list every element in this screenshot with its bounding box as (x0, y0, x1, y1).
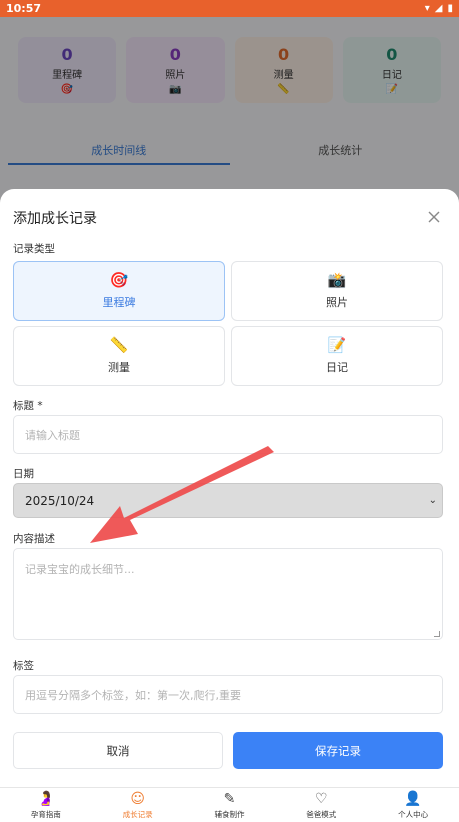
tags-label: 标签 (13, 660, 34, 672)
notebook-icon: 📝 (327, 336, 347, 354)
nav-item-food[interactable]: ✎ 辅食制作 (184, 788, 276, 822)
camera-icon: 📸 (327, 271, 347, 289)
description-label: 内容描述 (13, 533, 55, 545)
nav-label: 成长记录 (122, 810, 153, 819)
record-type-label: 记录类型 (13, 243, 55, 255)
ruler-icon: 📏 (109, 336, 129, 354)
type-option-label: 照片 (326, 296, 348, 309)
nav-item-guide[interactable]: 🤰 孕育指南 (0, 788, 92, 822)
type-option-diary[interactable]: 📝 日记 (231, 326, 443, 386)
save-record-button[interactable]: 保存记录 (233, 732, 443, 769)
tags-placeholder: 用逗号分隔多个标签，如：第一次,爬行,重要 (25, 688, 241, 702)
chevron-down-icon: ⌄ (428, 495, 437, 506)
title-placeholder: 请输入标题 (25, 428, 80, 442)
date-value: 2025/10/24 (25, 493, 95, 508)
close-icon[interactable] (427, 210, 441, 224)
nav-item-profile[interactable]: 👤 个人中心 (367, 788, 459, 822)
status-time: 10:57 (6, 2, 42, 15)
heart-chat-icon: ♡ (315, 791, 328, 807)
add-record-sheet: 添加成长记录 记录类型 🎯 里程碑 📸 照片 📏 测量 📝 日记 标题 * 请输… (0, 189, 459, 822)
signal-icon: ◢ (434, 3, 443, 14)
type-option-label: 测量 (108, 361, 130, 374)
nav-label: 个人中心 (398, 810, 429, 819)
title-input[interactable]: 请输入标题 (13, 415, 443, 454)
pen-icon: ✎ (223, 791, 236, 807)
type-option-milestone[interactable]: 🎯 里程碑 (13, 261, 225, 321)
bottom-nav: 🤰 孕育指南 ☺ 成长记录 ✎ 辅食制作 ♡ 爸爸模式 👤 个人中心 (0, 787, 459, 822)
tags-input[interactable]: 用逗号分隔多个标签，如：第一次,爬行,重要 (13, 675, 443, 714)
type-option-label: 里程碑 (102, 296, 136, 309)
nav-item-growth[interactable]: ☺ 成长记录 (92, 788, 184, 822)
date-select[interactable]: 2025/10/24 ⌄ (13, 483, 443, 518)
type-option-measure[interactable]: 📏 测量 (13, 326, 225, 386)
cancel-button[interactable]: 取消 (13, 732, 223, 769)
nav-label: 辅食制作 (214, 810, 245, 819)
status-bar: 10:57 ▾ ◢ ▮ (0, 0, 459, 17)
system-icons: ▾ ◢ ▮ (425, 3, 453, 14)
type-option-photo[interactable]: 📸 照片 (231, 261, 443, 321)
description-placeholder: 记录宝宝的成长细节... (25, 563, 135, 576)
guide-icon: 🤰 (37, 791, 55, 807)
wifi-icon: ▾ (424, 3, 430, 14)
sheet-title: 添加成长记录 (13, 211, 97, 227)
baby-face-icon: ☺ (130, 791, 145, 807)
target-icon: 🎯 (109, 271, 129, 289)
nav-item-dad-mode[interactable]: ♡ 爸爸模式 (275, 788, 367, 822)
person-icon: 👤 (404, 791, 422, 807)
resize-handle-icon[interactable] (434, 631, 440, 637)
battery-icon: ▮ (447, 3, 453, 14)
title-label: 标题 * (13, 400, 43, 412)
type-option-label: 日记 (326, 361, 348, 374)
nav-label: 孕育指南 (30, 810, 61, 819)
description-textarea[interactable]: 记录宝宝的成长细节... (13, 548, 443, 640)
date-label: 日期 (13, 468, 34, 480)
nav-label: 爸爸模式 (306, 810, 337, 819)
